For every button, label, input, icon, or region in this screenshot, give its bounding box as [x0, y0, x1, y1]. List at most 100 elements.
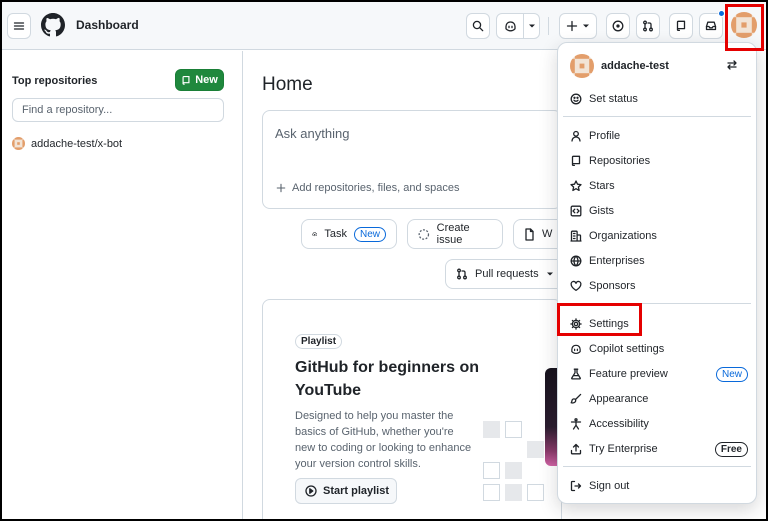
menu-button[interactable]: [7, 13, 31, 39]
repo-list-item[interactable]: addache-test/x-bot: [12, 137, 122, 150]
menu-item-label: Set status: [589, 93, 638, 105]
new-repository-button[interactable]: New: [175, 69, 224, 91]
add-context-button[interactable]: Add repositories, files, and spaces: [276, 182, 460, 194]
menu-divider: [563, 116, 751, 117]
playlist-card: Playlist GitHub for beginners on YouTube…: [262, 299, 562, 521]
switch-account-icon[interactable]: [726, 59, 738, 71]
decor-square: [505, 462, 522, 479]
task-chip[interactable]: Task New: [301, 219, 397, 249]
page-title[interactable]: Dashboard: [76, 18, 139, 32]
menu-divider: [563, 466, 751, 467]
menu-item-label: Repositories: [589, 155, 651, 167]
code-square-icon: [570, 205, 582, 217]
menu-item-copilot-settings[interactable]: Copilot settings: [570, 340, 750, 358]
menu-item-label: Gists: [589, 205, 615, 217]
person-icon: [571, 130, 581, 142]
notifications-button[interactable]: [699, 13, 723, 39]
new-button-label: New: [195, 74, 218, 86]
decor-square: [483, 484, 500, 501]
accessibility-icon: [570, 418, 582, 430]
menu-item-label: Organizations: [589, 230, 657, 242]
menu-item-stars[interactable]: Stars: [570, 177, 750, 195]
smiley-icon: [570, 93, 582, 105]
copilot-button[interactable]: [496, 13, 540, 39]
start-playlist-label: Start playlist: [323, 485, 390, 497]
repo-icon: [571, 155, 581, 167]
task-label: Task: [324, 228, 347, 240]
start-playlist-button[interactable]: Start playlist: [295, 478, 397, 504]
find-repository-input[interactable]: [12, 98, 224, 122]
chevron-down-icon: [546, 272, 553, 276]
menu-item-label: Try Enterprise: [589, 443, 658, 455]
menu-item-appearance[interactable]: Appearance: [570, 390, 750, 408]
organization-icon: [570, 230, 582, 242]
issue-draft-icon: [418, 228, 430, 240]
menu-item-feature-preview[interactable]: Feature preview New: [570, 365, 750, 383]
new-badge: New: [715, 366, 748, 382]
globe-icon: [570, 255, 582, 267]
hamburger-icon: [13, 22, 25, 30]
create-issue-chip[interactable]: Create issue: [407, 219, 503, 249]
menu-item-label: Feature preview: [589, 368, 668, 380]
file-icon: [525, 227, 534, 241]
menu-item-organizations[interactable]: Organizations: [570, 227, 750, 245]
playlist-description: Designed to help you master the basics o…: [295, 410, 472, 470]
menu-item-try-enterprise[interactable]: Try Enterprise Free: [570, 440, 750, 458]
git-pull-request-icon: [643, 20, 653, 32]
pull-requests-label: Pull requests: [475, 268, 539, 280]
upload-icon: [570, 443, 582, 455]
avatar-highlight-box: [725, 4, 764, 51]
decor-square: [527, 441, 544, 458]
play-icon: [305, 485, 317, 497]
dashboard-sidebar: Top repositories New addache-test/x-bot: [0, 51, 243, 521]
copilot-icon: [504, 21, 516, 32]
header-divider: [548, 17, 549, 35]
decor-square: [505, 421, 522, 438]
add-context-label: Add repositories, files, and spaces: [292, 182, 460, 194]
new-badge: New: [353, 226, 386, 242]
issue-opened-icon: [612, 20, 624, 32]
menu-item-set-status[interactable]: Set status: [570, 90, 750, 108]
create-new-button[interactable]: [559, 13, 597, 39]
menu-item-sponsors[interactable]: Sponsors: [570, 277, 750, 295]
menu-item-enterprises[interactable]: Enterprises: [570, 252, 750, 270]
decor-square: [505, 484, 522, 501]
repositories-button[interactable]: [669, 13, 693, 39]
menu-item-profile[interactable]: Profile: [570, 127, 750, 145]
user-menu-dropdown: addache-test Set status Profile Reposito…: [557, 42, 757, 504]
decor-square: [483, 462, 500, 479]
search-button[interactable]: [466, 13, 490, 39]
ask-input-placeholder[interactable]: Ask anything: [275, 126, 349, 141]
repo-icon: [676, 20, 686, 32]
pull-requests-button[interactable]: [636, 13, 660, 39]
menu-item-accessibility[interactable]: Accessibility: [570, 415, 750, 433]
search-icon: [472, 20, 484, 32]
playlist-label: Playlist: [295, 334, 343, 349]
menu-item-label: Copilot settings: [589, 343, 665, 355]
cloud-upload-icon: [312, 232, 318, 237]
github-logo-icon[interactable]: [41, 13, 65, 37]
git-pull-request-icon: [457, 268, 467, 280]
pull-requests-chip[interactable]: Pull requests: [445, 259, 565, 289]
free-badge: Free: [714, 441, 748, 457]
heart-icon: [570, 280, 582, 291]
menu-item-gists[interactable]: Gists: [570, 202, 750, 220]
copilot-ask-box[interactable]: Ask anything Add repositories, files, an…: [262, 110, 562, 209]
copilot-icon: [571, 344, 581, 355]
plus-icon: [566, 20, 578, 32]
avatar-identicon-icon: [12, 137, 25, 150]
repo-icon: [182, 75, 190, 85]
star-icon: [570, 180, 582, 192]
chevron-down-icon: [528, 24, 535, 28]
menu-item-label: Accessibility: [589, 418, 649, 430]
repo-link[interactable]: addache-test/x-bot: [31, 138, 122, 150]
beaker-icon: [571, 368, 581, 380]
menu-item-sign-out[interactable]: Sign out: [570, 477, 750, 495]
menu-username: addache-test: [601, 60, 669, 72]
menu-item-label: Sponsors: [589, 280, 636, 292]
menu-item-repositories[interactable]: Repositories: [570, 152, 750, 170]
settings-highlight-box: [557, 303, 642, 336]
issues-button[interactable]: [606, 13, 630, 39]
sign-out-icon: [570, 480, 582, 492]
write-label: W: [542, 228, 553, 240]
